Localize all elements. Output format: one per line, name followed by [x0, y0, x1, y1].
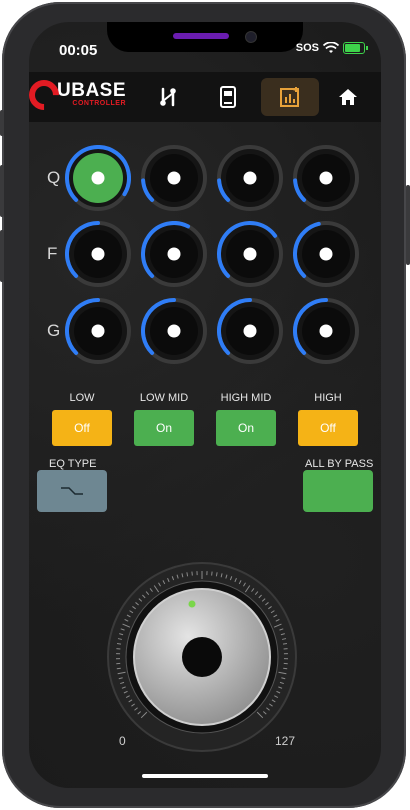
eq-icon: [280, 87, 299, 107]
notch: [107, 22, 303, 52]
knob-f-4[interactable]: [293, 221, 359, 287]
app-logo: UBASE CONTROLLER: [29, 73, 127, 117]
status-icons: SOS: [295, 42, 368, 54]
battery-icon: [343, 42, 368, 54]
dial-min-label: 0: [119, 734, 126, 748]
knob-g-3[interactable]: [217, 298, 283, 364]
band-label-3: HIGH MID: [220, 392, 272, 404]
mute-switch: [0, 110, 4, 136]
bypass-label: ALL BY PASS: [305, 458, 374, 470]
status-time: 00:05: [59, 42, 98, 59]
mixer-icon: [160, 87, 176, 107]
band-toggle-1[interactable]: Off: [52, 410, 112, 446]
knob-q-1[interactable]: [65, 145, 131, 211]
home-indicator: [142, 774, 268, 778]
knob-g-4[interactable]: [293, 298, 359, 364]
band-label-1: LOW: [69, 392, 95, 404]
nav-device-button[interactable]: [199, 78, 257, 116]
eq-type-label: EQ TYPE: [49, 458, 97, 470]
band-toggle-3[interactable]: On: [216, 410, 276, 446]
knob-f-3[interactable]: [217, 221, 283, 287]
band-toggle-2[interactable]: On: [134, 410, 194, 446]
knob-f-1[interactable]: [65, 221, 131, 287]
volume-up-button: [0, 165, 4, 217]
knob-g-2[interactable]: [141, 298, 207, 364]
knob-q-3[interactable]: [217, 145, 283, 211]
dial-max-label: 127: [275, 734, 296, 748]
all-bypass-button[interactable]: [303, 470, 373, 512]
row-label-g: G: [47, 321, 61, 340]
device-icon: [220, 86, 236, 108]
volume-down-button: [0, 230, 4, 282]
wifi-icon: [323, 42, 339, 53]
knob-q-2[interactable]: [141, 145, 207, 211]
low-shelf-icon: [61, 487, 83, 495]
front-camera: [245, 31, 257, 43]
nav-home-button[interactable]: [319, 78, 377, 116]
logo-subtitle: CONTROLLER: [72, 100, 127, 107]
value-dial[interactable]: [107, 562, 297, 752]
carrier-text: SOS: [295, 42, 319, 54]
row-label-q: Q: [47, 168, 61, 187]
top-nav-bar: UBASE CONTROLLER: [29, 72, 381, 122]
home-icon: [339, 89, 357, 105]
band-toggle-4[interactable]: Off: [298, 410, 358, 446]
power-button: [406, 185, 410, 265]
eq-type-button[interactable]: [37, 470, 107, 512]
dial-graphic[interactable]: [107, 562, 297, 752]
nav-mixer-button[interactable]: [139, 78, 197, 116]
band-label-2: LOW MID: [139, 392, 189, 404]
knob-f-2[interactable]: [141, 221, 207, 287]
row-label-f: F: [47, 244, 58, 263]
speaker-grille: [173, 33, 229, 39]
app-screen: 00:05 SOS UBASE CONTROLLER EQ TYPE ALL B…: [29, 22, 381, 788]
logo-title: UBASE: [57, 80, 127, 101]
nav-eq-button[interactable]: [261, 78, 319, 116]
knob-q-4[interactable]: [293, 145, 359, 211]
knob-g-1[interactable]: [65, 298, 131, 364]
band-label-4: HIGH: [314, 392, 342, 404]
